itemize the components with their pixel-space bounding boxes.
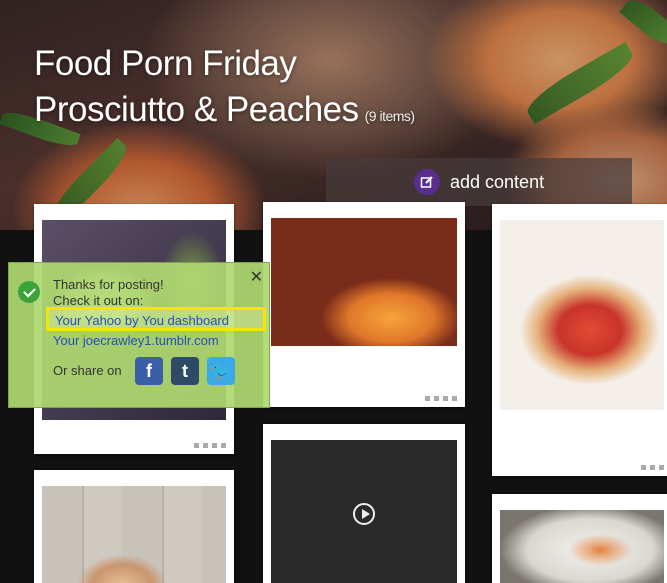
edit-icon	[414, 169, 440, 195]
content-card[interactable]	[492, 204, 667, 476]
share-popup: ✕ Thanks for posting! Check it out on: Y…	[8, 262, 270, 408]
add-content-label: add content	[450, 171, 545, 192]
card-image[interactable]	[271, 218, 457, 346]
share-label: Or share on	[53, 363, 122, 378]
close-icon[interactable]: ✕	[250, 267, 263, 287]
card-image[interactable]	[500, 510, 664, 583]
content-card[interactable]	[34, 470, 234, 583]
card-image[interactable]	[42, 486, 226, 583]
video-thumbnail[interactable]	[271, 440, 457, 583]
check-icon	[18, 281, 40, 303]
content-card[interactable]	[263, 202, 465, 407]
content-card[interactable]	[492, 494, 667, 583]
add-content-button[interactable]: add content	[326, 158, 632, 206]
thanks-text: Thanks for posting!	[53, 277, 164, 292]
yahoo-dashboard-link[interactable]: Your Yahoo by You dashboard	[46, 307, 266, 331]
check-it-out-text: Check it out on:	[53, 293, 144, 308]
tumblr-icon[interactable]: t	[171, 357, 199, 385]
hero-banner: Food Porn Friday Prosciutto & Peaches (9 …	[0, 0, 667, 230]
item-count: (9 items)	[364, 108, 415, 124]
facebook-icon[interactable]: f	[135, 357, 163, 385]
tumblr-blog-link[interactable]: Your joecrawley1.tumblr.com	[53, 333, 219, 348]
play-icon[interactable]	[353, 503, 375, 525]
card-tools[interactable]	[641, 465, 664, 470]
card-tools[interactable]	[425, 396, 457, 401]
twitter-icon[interactable]: 🐦	[207, 357, 235, 385]
page-title-line1: Food Porn Friday	[34, 44, 297, 83]
content-card[interactable]	[263, 424, 465, 583]
page-title-line2: Prosciutto & Peaches (9 items)	[34, 90, 415, 129]
card-image[interactable]	[500, 220, 664, 410]
card-tools[interactable]	[194, 443, 226, 448]
